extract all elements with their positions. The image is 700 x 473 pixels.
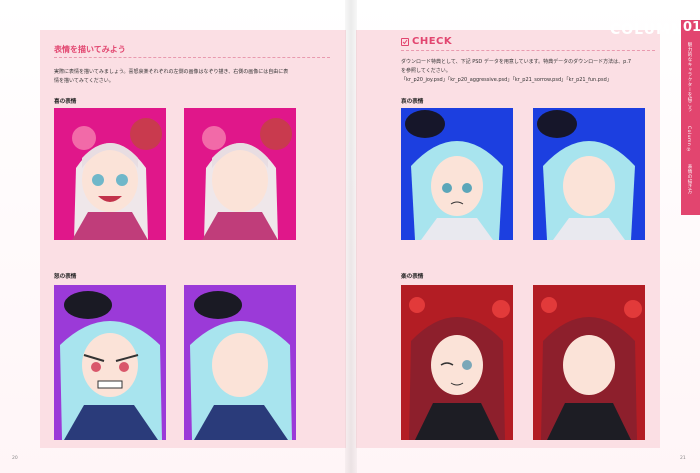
check-line-1: ダウンロード特典として、下記 PSD データを用意しています。特典データのダウン… bbox=[401, 59, 632, 65]
sorrow-blank-illustration bbox=[533, 108, 645, 240]
section-title: 表情の描き方 bbox=[687, 164, 692, 194]
joy-trace-illustration bbox=[54, 108, 166, 240]
joy-blank-illustration bbox=[184, 108, 296, 240]
check-title: CHECK bbox=[412, 36, 453, 47]
section-heading: 表情を描いてみよう bbox=[54, 45, 126, 54]
heading-divider bbox=[54, 57, 330, 58]
check-line-2: を参照してください。 bbox=[401, 68, 451, 74]
intro-line-1: 実際に表情を描いてみましょう。喜怒哀楽それぞれの左側の画像はなぞり描き、右側の画… bbox=[54, 69, 289, 75]
column-watermark: COLUMN bbox=[610, 22, 684, 38]
page-number-right: 21 bbox=[680, 456, 686, 461]
anger-label: 怒の表情 bbox=[54, 274, 77, 280]
book-spread: 表情を描いてみよう 実際に表情を描いてみましょう。喜怒哀楽それぞれの左側の画像は… bbox=[0, 0, 700, 473]
chapter-number: 01 bbox=[683, 20, 700, 35]
anger-blank-illustration bbox=[184, 285, 296, 440]
sorrow-label: 哀の表情 bbox=[401, 99, 424, 105]
check-divider bbox=[401, 50, 655, 51]
fun-trace-illustration bbox=[401, 285, 513, 440]
checkbox-icon bbox=[401, 38, 409, 46]
check-text: ダウンロード特典として、下記 PSD データを用意しています。特典データのダウン… bbox=[401, 58, 661, 85]
sorrow-trace-illustration bbox=[401, 108, 513, 240]
chapter-title: 魅力的なキャラクターを描こう bbox=[687, 42, 692, 112]
check-line-3: 「kr_p20_joy.psd」「kr_p20_aggressive.psd」「… bbox=[401, 77, 612, 83]
book-gutter bbox=[345, 0, 357, 473]
joy-label: 喜の表情 bbox=[54, 99, 77, 105]
fun-blank-illustration bbox=[533, 285, 645, 440]
intro-text: 実際に表情を描いてみましょう。喜怒哀楽それぞれの左側の画像はなぞり描き、右側の画… bbox=[54, 68, 334, 86]
section-label: Column ② bbox=[686, 126, 691, 154]
page-number-left: 20 bbox=[12, 456, 18, 461]
anger-trace-illustration bbox=[54, 285, 166, 440]
intro-line-2: 情を描いてみてください。 bbox=[54, 78, 114, 84]
fun-label: 楽の表情 bbox=[401, 274, 424, 280]
